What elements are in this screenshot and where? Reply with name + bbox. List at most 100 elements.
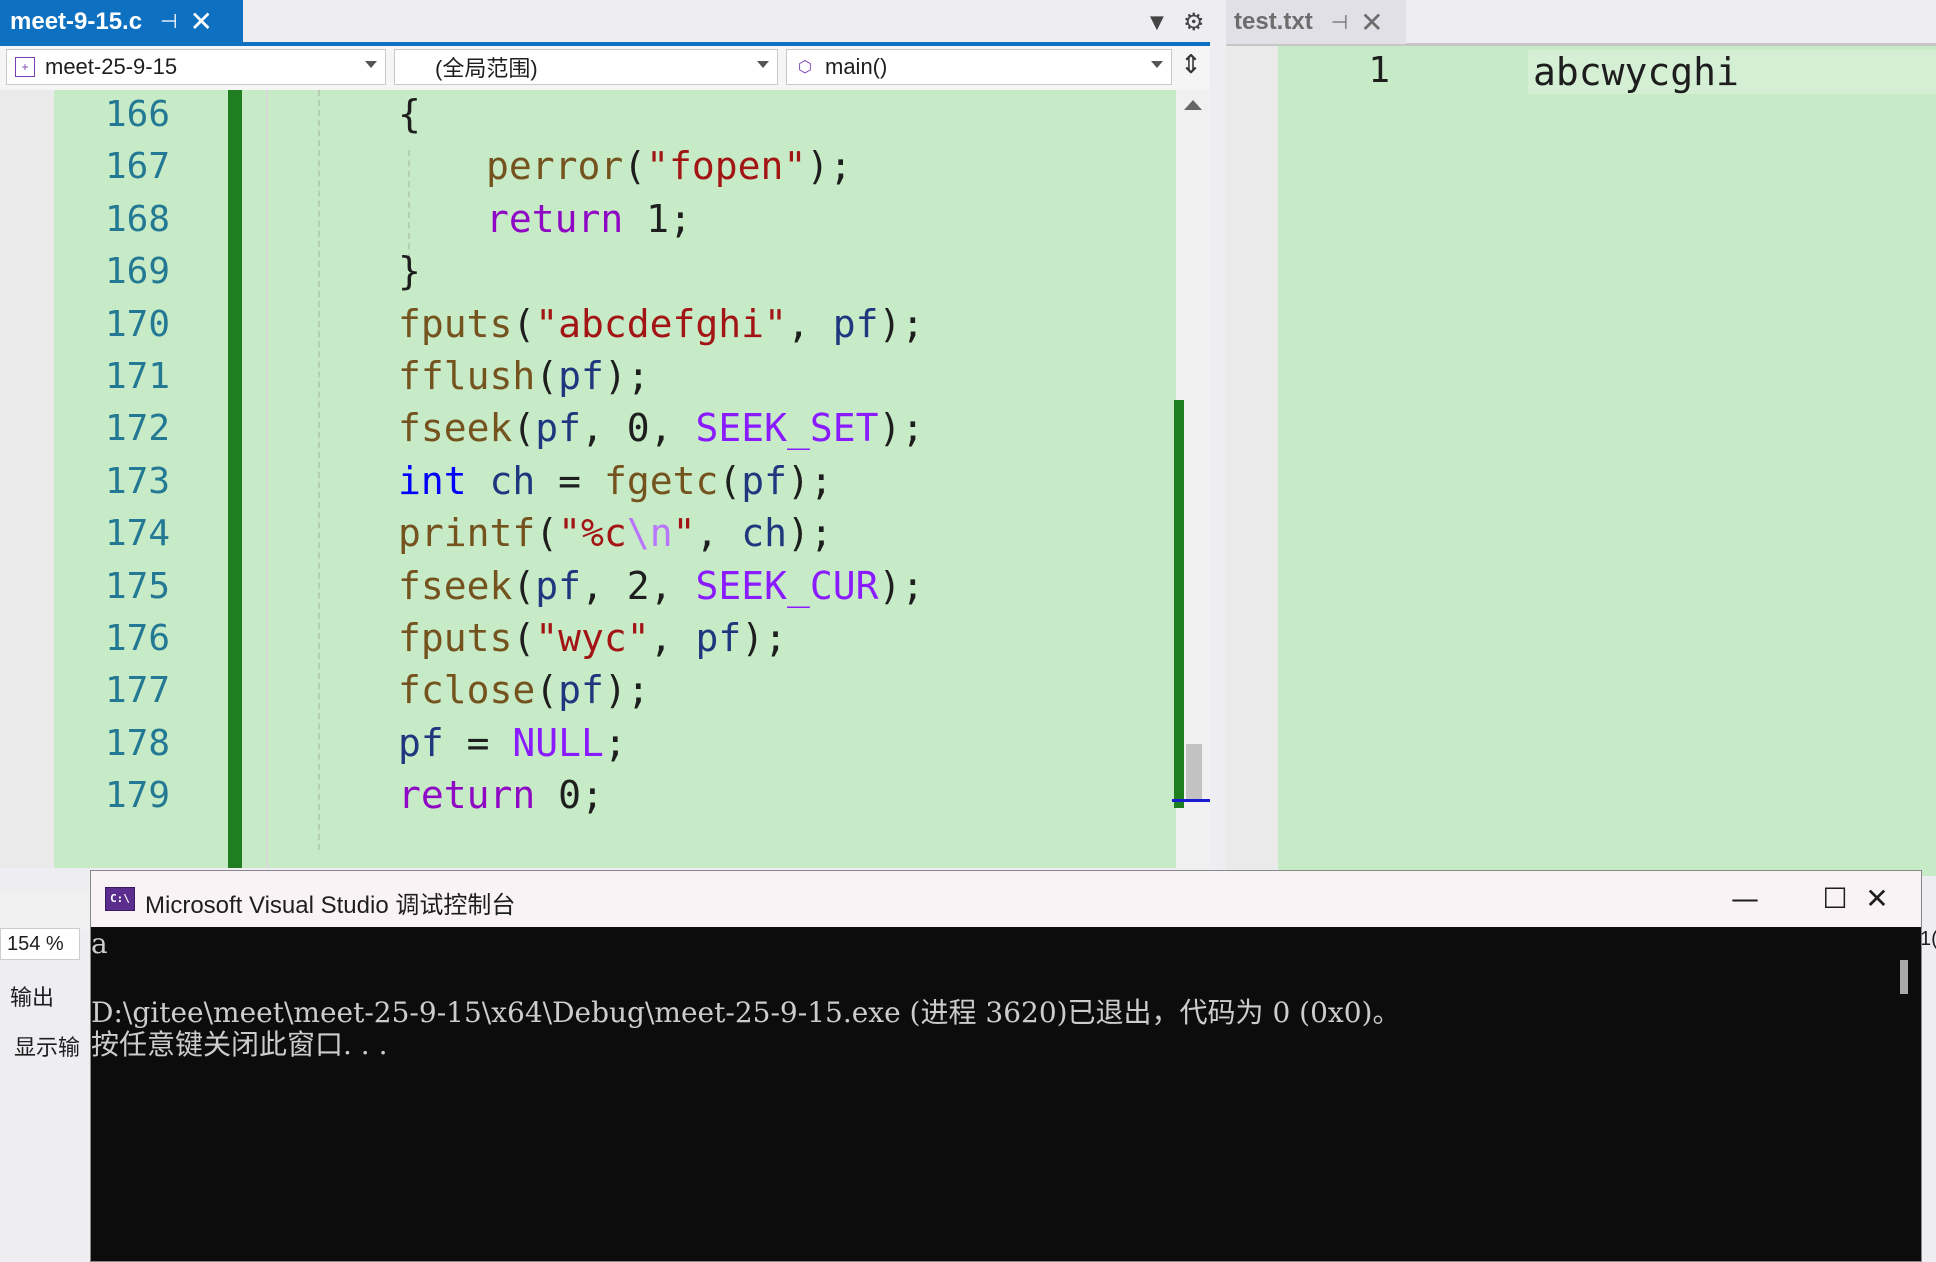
code-token: ); [878,406,925,451]
close-button[interactable]: ✕ [1837,877,1917,921]
code-token: , 2, [581,563,696,608]
code-token: } [398,249,421,294]
code-editor[interactable]: 166{167 perror("fopen"); 168 return 1; 169} 1… [0,90,1210,868]
split-editor-icon[interactable]: ⇕ [1176,50,1206,86]
tab-label: meet-9-15.c [10,7,143,35]
minimize-button[interactable]: — [1705,877,1785,921]
code-token: return [398,773,536,818]
code-line[interactable]: return 1; [486,197,692,241]
indicator-margin [0,90,54,868]
code-line[interactable]: fputs("wyc", pf); [398,616,787,660]
right-edge-text: 1( [1920,928,1936,950]
code-line[interactable]: return 0; [398,773,604,817]
code-line[interactable]: perror("fopen"); [486,144,852,188]
code-line[interactable]: fseek(pf, 2, SEEK_CUR); [398,564,924,608]
code-token: printf [398,511,536,556]
line-number: 170 [104,303,170,345]
chevron-down-icon [757,61,769,68]
file-content-line[interactable]: abcwycghi [1533,50,1739,94]
function-dropdown-label: main() [825,54,888,79]
console-title-bar[interactable]: C:\ Microsoft Visual Studio 调试控制台 — ☐ ✕ [91,871,1921,927]
code-token: ( [535,511,559,556]
line-number: 179 [104,775,170,817]
code-token: pf [558,668,604,713]
code-line[interactable]: { [398,92,421,136]
pin-icon[interactable]: ⊣ [160,9,177,34]
change-tracking-bar [228,90,242,868]
output-panel-tab[interactable]: 输出 [10,980,54,1012]
code-token: fseek [398,406,513,451]
line-number: 176 [104,618,170,659]
code-token: ch [741,511,787,556]
code-token: ( [512,406,536,451]
code-token: ); [603,668,650,713]
code-token: " [672,511,696,556]
close-icon[interactable]: ✕ [1360,6,1383,39]
chevron-down-icon [365,61,377,68]
project-icon: + [15,57,35,77]
code-token: pf [558,354,604,398]
code-line[interactable]: fseek(pf, 0, SEEK_SET); [398,406,924,450]
zoom-level[interactable]: 154 % [0,928,80,960]
code-token: 1; [623,196,692,241]
navigation-bar: + meet-25-9-15 (全局范围) ⬡ main() [0,46,1210,91]
code-token: ); [786,458,833,503]
console-line: 按任意键关闭此窗口. . . [91,1028,388,1061]
tab-overflow-dropdown-icon[interactable]: ▼ [1150,12,1164,33]
scope-dropdown[interactable]: (全局范围) [394,49,778,85]
cube-icon: ⬡ [798,59,812,76]
tab-test-txt[interactable]: test.txt ⊣ ✕ [1226,0,1406,44]
line-number: 169 [104,251,170,293]
editor-horizontal-scrollbar[interactable] [0,890,100,930]
code-token: = [443,720,513,765]
code-line[interactable]: fclose(pf); [398,668,650,712]
console-title: Microsoft Visual Studio 调试控制台 [145,892,516,919]
editor-group-separator[interactable] [1210,0,1226,880]
code-token: fputs [398,301,513,346]
code-line[interactable]: pf = NULL; [398,721,627,765]
code-token: 0; [535,773,604,818]
line-number: 177 [104,670,170,712]
code-token: NULL [512,720,604,765]
line-number: 174 [104,513,170,555]
code-token: ( [512,616,536,660]
pin-icon[interactable]: ⊣ [1331,10,1348,35]
code-token: ); [787,511,833,556]
code-token: { [398,92,421,136]
console-output[interactable]: a D:\gitee\meet\meet-25-9-15\x64\Debug\m… [91,927,1886,1261]
code-token: pf [535,563,582,608]
code-token: "abcdefghi" [535,301,787,346]
code-token: ( [512,563,536,608]
indicator-margin [1226,46,1278,876]
scrollbar-change-marker [1174,400,1184,808]
code-token: fclose [398,668,536,713]
code-token: , 0, [581,406,696,451]
console-scrollbar-thumb[interactable] [1900,960,1908,994]
code-token: pf [695,616,742,660]
close-icon[interactable]: ✕ [190,5,213,38]
code-line[interactable]: fflush(pf); [398,354,650,398]
code-token: int [398,458,467,503]
code-token: = [535,458,604,503]
text-editor[interactable] [1226,46,1936,876]
line-number: 172 [104,408,170,450]
tab-meet-9-15-c[interactable]: meet-9-15.c ⊣ ✕ [0,0,243,43]
code-token: ch [489,458,536,503]
gear-icon[interactable]: ⚙ [1183,8,1205,36]
code-token: ); [878,301,925,346]
console-app-icon: C:\ [105,887,135,911]
code-token: fflush [398,354,536,398]
code-token: "%c [558,511,627,556]
code-line[interactable]: fputs("abcdefghi", pf); [398,302,924,346]
line-number: 173 [104,460,170,502]
scrollbar-thumb[interactable] [1186,744,1202,800]
code-line[interactable]: printf("%c\n", ch); [398,511,833,555]
project-dropdown-label: meet-25-9-15 [45,54,178,79]
tab-label: test.txt [1234,8,1313,35]
code-line[interactable]: } [398,249,421,293]
code-line[interactable]: int ch = fgetc(pf); [398,459,833,503]
function-dropdown[interactable]: ⬡ main() [786,49,1172,85]
code-token: ); [806,144,853,189]
project-dropdown[interactable]: + meet-25-9-15 [6,49,386,85]
scroll-up-arrow-icon[interactable] [1184,100,1202,110]
